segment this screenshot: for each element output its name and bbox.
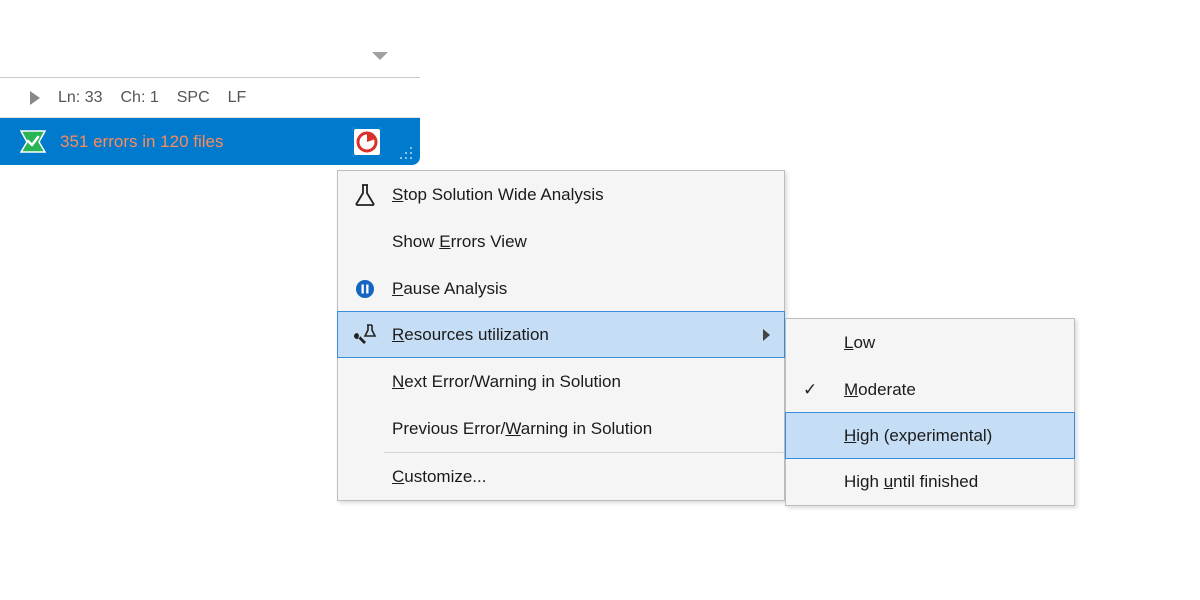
menu-previous-error[interactable]: Previous Error/Warning in Solution [338, 405, 784, 452]
submenu-low[interactable]: Low [786, 319, 1074, 366]
menu-stop-analysis[interactable]: Stop Solution Wide Analysis [338, 171, 784, 218]
pause-icon [352, 276, 378, 302]
resources-submenu: Low ✓ Moderate High (experimental) High … [785, 318, 1075, 506]
menu-next-error[interactable]: Next Error/Warning in Solution [338, 358, 784, 405]
submenu-moderate[interactable]: ✓ Moderate [786, 366, 1074, 413]
analysis-indicator-icon[interactable] [352, 127, 382, 157]
menu-label: Low [844, 333, 875, 353]
status-col[interactable]: Ch: 1 [120, 89, 158, 107]
editor-corner: Ln: 33 Ch: 1 SPC LF 351 errors in 120 fi… [0, 0, 420, 165]
menu-label: Previous Error/Warning in Solution [392, 419, 652, 439]
wrench-flask-icon [352, 322, 378, 348]
menu-label: Show Errors View [392, 232, 527, 252]
play-icon[interactable] [30, 91, 40, 105]
submenu-high[interactable]: High (experimental) [785, 412, 1075, 459]
check-icon: ✓ [803, 380, 817, 400]
editor-scrollbar-region [0, 0, 420, 78]
shield-check-icon [20, 130, 46, 153]
menu-label: Next Error/Warning in Solution [392, 372, 621, 392]
menu-label: High (experimental) [844, 426, 992, 446]
menu-label: Resources utilization [392, 325, 549, 345]
error-count-text: 351 errors in 120 files [60, 132, 223, 152]
menu-label: High until finished [844, 472, 978, 492]
status-eol[interactable]: LF [228, 89, 247, 107]
menu-pause-analysis[interactable]: Pause Analysis [338, 265, 784, 312]
analysis-context-menu: Stop Solution Wide Analysis Show Errors … [337, 170, 785, 501]
submenu-arrow-icon [763, 329, 770, 341]
solution-errors-bar[interactable]: 351 errors in 120 files [0, 118, 420, 165]
menu-resources-utilization[interactable]: Resources utilization [337, 311, 785, 358]
submenu-high-until-finished[interactable]: High until finished [786, 458, 1074, 505]
menu-label: Customize... [392, 467, 486, 487]
menu-label: Pause Analysis [392, 279, 507, 299]
menu-customize[interactable]: Customize... [338, 453, 784, 500]
dropdown-arrow-icon[interactable] [372, 52, 388, 60]
resize-grip-icon[interactable] [396, 143, 412, 159]
menu-show-errors[interactable]: Show Errors View [338, 218, 784, 265]
status-line[interactable]: Ln: 33 [58, 89, 102, 107]
flask-icon [352, 182, 378, 208]
menu-label: Stop Solution Wide Analysis [392, 185, 604, 205]
menu-label: Moderate [844, 380, 916, 400]
status-indent[interactable]: SPC [177, 89, 210, 107]
editor-status-line: Ln: 33 Ch: 1 SPC LF [0, 78, 420, 118]
